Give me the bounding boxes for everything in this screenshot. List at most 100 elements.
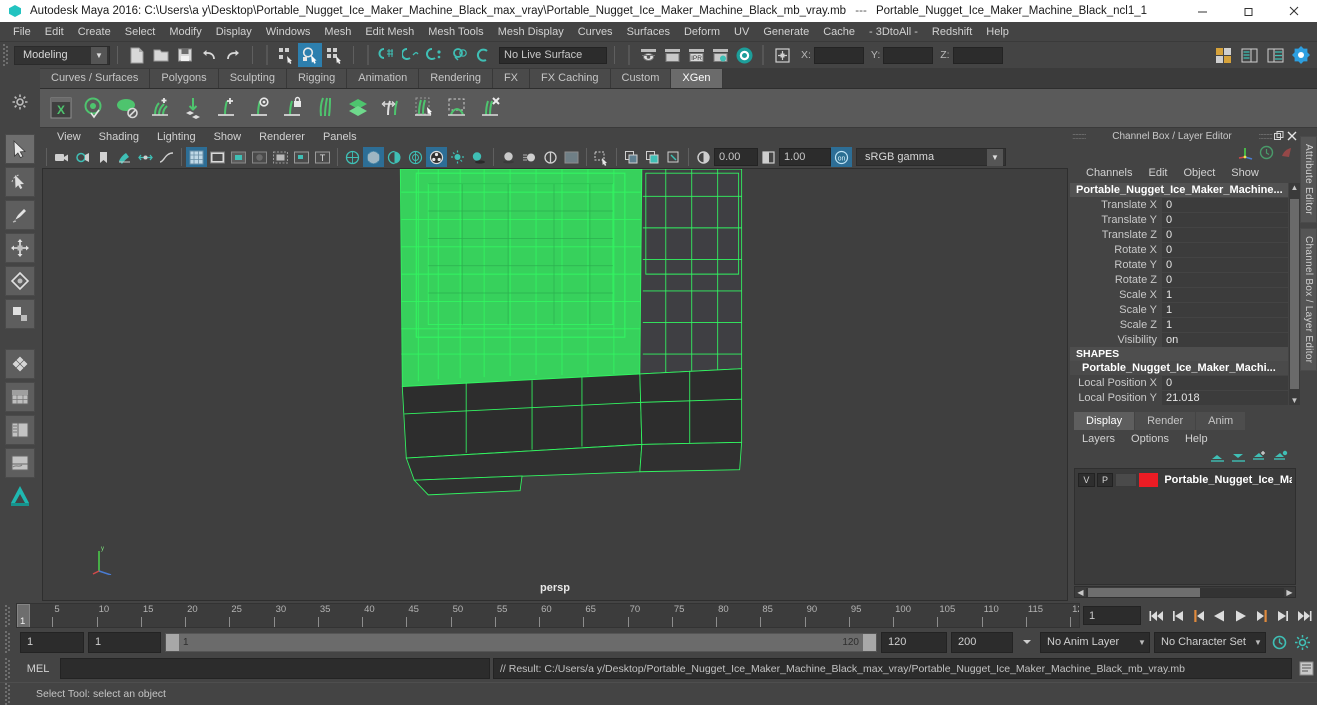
viewport-menu-panels[interactable]: Panels [314,128,366,146]
menu-modify[interactable]: Modify [162,22,208,42]
menu-select[interactable]: Select [118,22,163,42]
ipr-render-button[interactable]: IPR [684,43,708,67]
channels-menu[interactable]: Channels [1078,164,1140,183]
select-hierarchy-button[interactable] [274,43,298,67]
xgen-import-icon[interactable] [178,92,208,124]
menu-redshift[interactable]: Redshift [925,22,979,42]
gate-mask-icon[interactable] [249,147,270,167]
single-perspective-layout-button[interactable] [5,382,35,412]
attr-value[interactable]: 1 [1162,302,1288,317]
step-back-frame-button[interactable] [1189,606,1208,626]
live-surface-field[interactable]: No Live Surface [499,46,607,64]
range-slider-right-handle[interactable] [863,633,876,651]
shelf-tab-fx[interactable]: FX [492,69,531,88]
range-slider-left-handle[interactable] [166,633,179,651]
xgen-region-icon[interactable] [442,92,472,124]
use-all-lights-icon[interactable] [426,147,447,167]
viewport-menu-view[interactable]: View [48,128,90,146]
redshift-render-button[interactable] [732,43,756,67]
menu-surfaces[interactable]: Surfaces [620,22,677,42]
layer-display-type-toggle[interactable] [1115,473,1137,487]
menu-cache[interactable]: Cache [816,22,862,42]
manipulator-axes-icon[interactable] [1237,145,1254,163]
menu-generate[interactable]: Generate [756,22,816,42]
shelf-tab-rigging[interactable]: Rigging [286,69,348,88]
image-plane-icon[interactable] [114,147,135,167]
menu-edit[interactable]: Edit [38,22,71,42]
persp-graph-layout-button[interactable] [5,448,35,478]
command-line-gripper[interactable] [4,657,13,680]
step-forward-keyframe-button[interactable] [1273,606,1292,626]
scale-tool-button[interactable] [5,299,35,329]
help-line-gripper[interactable] [4,683,13,705]
range-slider-gripper[interactable] [4,631,13,653]
bookmark-icon[interactable] [93,147,114,167]
attr-value[interactable]: 1 [1162,287,1288,302]
motion-blur-icon[interactable] [519,147,540,167]
menu-mesh[interactable]: Mesh [317,22,358,42]
move-tool-button[interactable] [5,233,35,263]
render-current-frame-button[interactable] [636,43,660,67]
screen-space-ao-icon[interactable] [498,147,519,167]
attr-value[interactable]: 21.018 [1162,390,1288,405]
new-layer-from-selected-icon[interactable] [1273,450,1288,466]
use-default-light-icon[interactable] [447,147,468,167]
resolution-gate-icon[interactable] [228,147,249,167]
attr-value[interactable]: 0 [1162,257,1288,272]
layer-list-horizontal-scrollbar[interactable]: ◀ ▶ [1074,586,1296,598]
attr-value[interactable]: 1 [1162,317,1288,332]
shelf-tab-rendering[interactable]: Rendering [419,69,493,88]
layers-menu[interactable]: Layers [1074,430,1123,448]
xgen-lock-guide-icon[interactable] [277,92,307,124]
attr-value[interactable]: 0 [1162,375,1288,390]
maximize-button[interactable] [1225,0,1271,22]
scroll-left-arrow-icon[interactable]: ◀ [1075,588,1086,597]
new-layer-icon[interactable] [1252,450,1267,466]
select-object-button[interactable] [298,43,322,67]
select-camera-icon[interactable] [51,147,72,167]
menu-help[interactable]: Help [979,22,1016,42]
shelf-tab-custom[interactable]: Custom [610,69,672,88]
rotate-tool-button[interactable] [5,266,35,296]
script-language-label[interactable]: MEL [16,663,60,675]
menu-mesh-tools[interactable]: Mesh Tools [421,22,490,42]
attr-value[interactable]: 0 [1162,212,1288,227]
current-time-field[interactable]: 1 [1083,606,1141,625]
paint-select-tool-button[interactable] [5,200,35,230]
xray-active-components-icon[interactable] [663,147,684,167]
channel-color-icon[interactable] [1279,145,1294,163]
play-backwards-button[interactable] [1210,606,1229,626]
two-sided-lighting-icon[interactable] [135,147,156,167]
exposure-icon[interactable] [693,147,714,167]
show-hide-tool-settings-icon[interactable] [1289,43,1313,67]
current-time-indicator[interactable]: 1 [17,604,30,627]
play-forwards-button[interactable] [1231,606,1250,626]
layer-playback-toggle[interactable]: P [1096,473,1114,487]
menu-windows[interactable]: Windows [259,22,318,42]
snap-to-view-plane-button[interactable] [471,43,495,67]
isolate-select-icon[interactable] [591,147,612,167]
xgen-preview-icon[interactable] [79,92,109,124]
undo-button[interactable] [197,43,221,67]
range-start-field[interactable]: 1 [20,631,84,653]
y-input[interactable] [883,46,934,64]
open-script-editor-icon[interactable] [1295,658,1317,679]
save-scene-button[interactable] [173,43,197,67]
attr-value[interactable]: 0 [1162,242,1288,257]
scrollbar-thumb[interactable] [1088,587,1200,597]
scroll-right-arrow-icon[interactable]: ▶ [1284,588,1295,597]
panel-grip-left[interactable]: ::::::::: [1072,131,1086,141]
camera-attributes-icon[interactable] [72,147,93,167]
z-input[interactable] [952,46,1003,64]
menu-3dtoall[interactable]: - 3DtoAll - [862,22,925,42]
xgen-add-clump-icon[interactable] [145,92,175,124]
attr-value[interactable]: on [1162,332,1288,347]
shelf-tab-xgen[interactable]: XGen [671,69,723,88]
xgen-layers-icon[interactable] [343,92,373,124]
viewport-menu-shading[interactable]: Shading [90,128,148,146]
xray-display-icon[interactable] [621,147,642,167]
menu-create[interactable]: Create [71,22,118,42]
menuset-selector[interactable]: Modeling ▼ [14,45,110,65]
close-panel-icon[interactable] [1285,130,1298,143]
viewport-menu-lighting[interactable]: Lighting [148,128,205,146]
